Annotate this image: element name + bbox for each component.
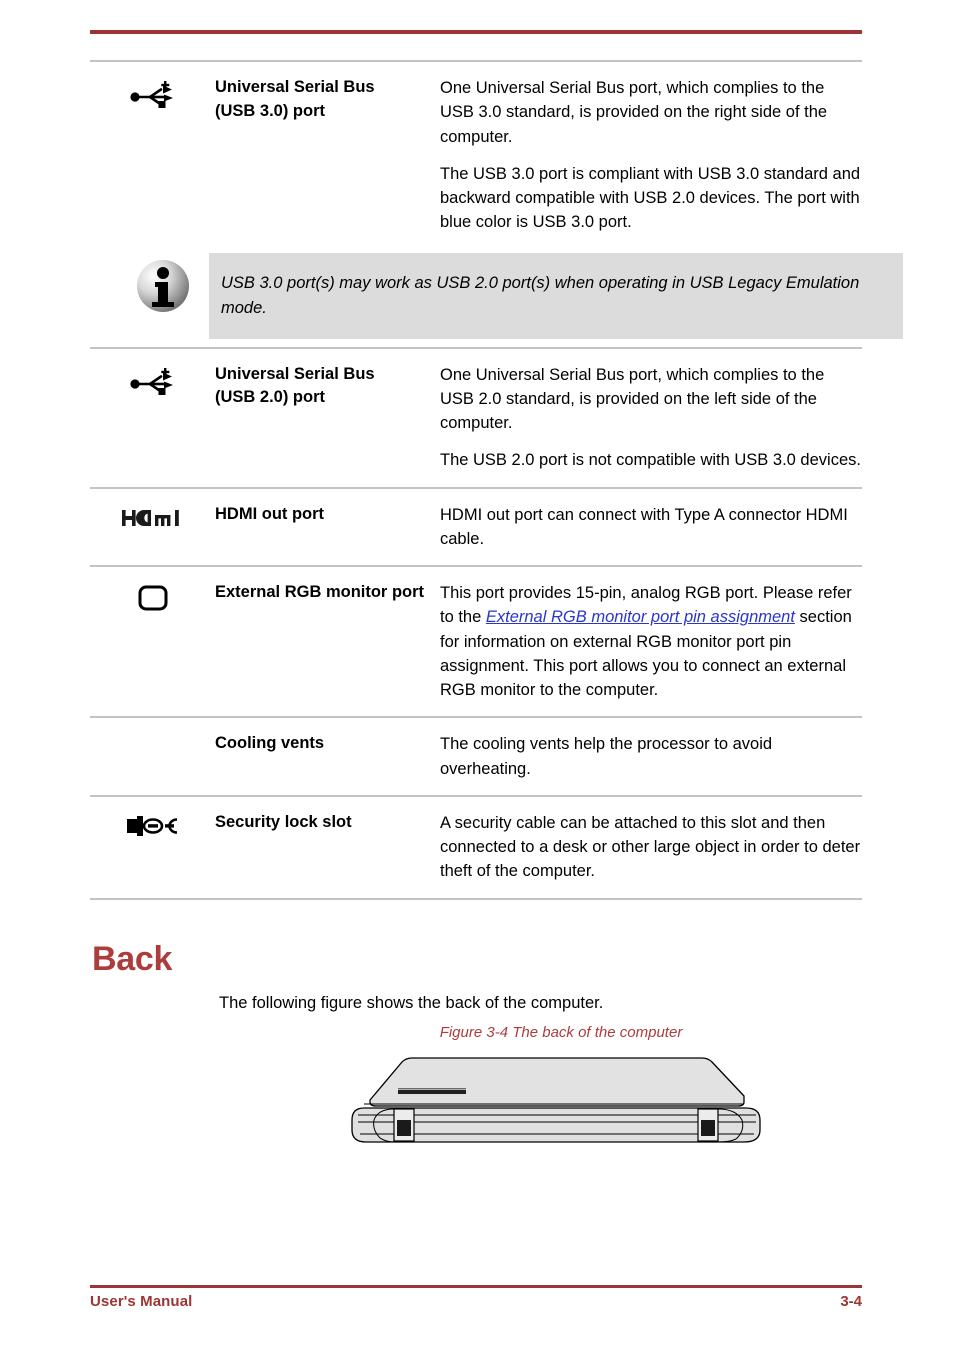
row-description-paragraph: The cooling vents help the processor to … [440,735,773,778]
note-callout: USB 3.0 port(s) may work as USB 2.0 port… [209,253,903,339]
row-title: Universal Serial Bus (USB 3.0) port [215,76,440,124]
rgb-pin-assignment-link[interactable]: External RGB monitor port pin assignment [486,608,795,626]
table-row: Universal Serial Bus (USB 2.0) port One … [90,346,862,487]
usb-icon [129,81,173,108]
row-description-paragraph: HDMI out port can connect with Type A co… [440,505,848,548]
info-icon [137,260,189,312]
row-title-line1: Security lock slot [215,812,352,831]
row-description-paragraph: The USB 2.0 port is not compatible with … [440,451,861,470]
row-icon-cell [90,503,215,529]
laptop-back-figure [351,1057,761,1143]
table-row: Cooling vents The cooling vents help the… [90,716,862,795]
manual-page: Universal Serial Bus (USB 3.0) port One … [0,0,954,1345]
row-description-paragraph: The USB 3.0 port is compliant with USB 3… [440,164,861,232]
row-description: One Universal Serial Bus port, which com… [440,363,862,473]
security-lock-icon [126,815,177,836]
row-title-line1: Cooling vents [215,734,325,753]
row-description: One Universal Serial Bus port, which com… [440,76,862,235]
figure-caption: Figure 3-4 The back of the computer [439,1024,683,1041]
row-description: The cooling vents help the processor to … [440,732,862,781]
row-title: Cooling vents [215,732,440,756]
row-title-line1: HDMI out port [215,504,325,523]
note-text: USB 3.0 port(s) may work as USB 2.0 port… [221,274,860,317]
row-description-paragraph: This port provides 15-pin, analog RGB po… [440,581,862,702]
note-icon-cell [135,258,191,314]
row-description-paragraph: A security cable can be attached to this… [440,813,861,881]
page-heading-back: Back [92,940,173,978]
row-title-line2: (USB 3.0) port [215,101,326,120]
usb-icon [129,367,173,395]
row-icon-cell [90,811,215,837]
row-title: Security lock slot [215,811,440,835]
table-row: Universal Serial Bus (USB 3.0) port One … [90,60,862,249]
footer-page-number: 3-4 [840,1293,862,1310]
table-row: External RGB monitor port This port prov… [90,565,862,716]
laptop-back-illustration [340,1052,780,1152]
table-row: Security lock slot A security cable can … [90,794,862,900]
table-row: HDMI out port HDMI out port can connect … [90,486,862,566]
row-description-paragraph: One Universal Serial Bus port, which com… [440,365,825,433]
row-title: External RGB monitor port [215,581,440,605]
row-description: This port provides 15-pin, analog RGB po… [440,581,862,702]
row-description: HDMI out port can connect with Type A co… [440,503,862,552]
row-icon-cell [90,581,215,611]
row-title: HDMI out port [215,503,440,527]
row-title-line1: Universal Serial Bus [215,78,375,96]
specification-table: Universal Serial Bus (USB 3.0) port One … [90,60,862,900]
hdmi-icon [121,509,179,526]
row-icon-cell [90,76,215,110]
row-icon-cell [90,732,215,736]
row-title-line2: port [391,583,425,601]
row-title-line2: (USB 2.0) port [215,388,326,407]
header-rule [90,30,862,34]
footer-rule [90,1285,862,1288]
row-title: Universal Serial Bus (USB 2.0) port [215,363,440,411]
row-description: A security cable can be attached to this… [440,811,862,884]
rgb-monitor-icon [138,585,167,611]
row-description-paragraph: One Universal Serial Bus port, which com… [440,79,828,146]
row-title-line1: External RGB monitor [215,583,388,601]
back-intro-text: The following figure shows the back of t… [219,994,604,1012]
row-icon-cell [90,363,215,397]
row-title-line1: Universal Serial Bus [215,364,375,383]
